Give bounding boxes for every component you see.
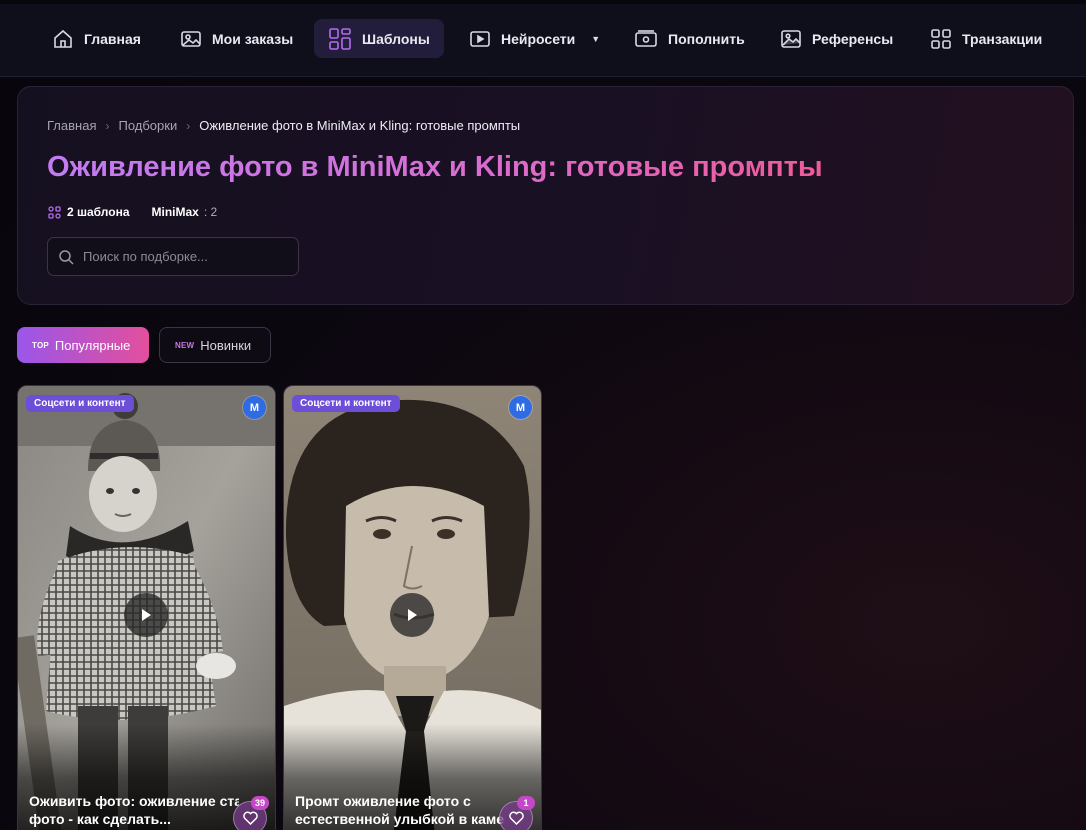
home-icon	[54, 29, 72, 48]
page-title: Оживление фото в MiniMax и Kling: готовы…	[47, 151, 823, 183]
breadcrumb-collections[interactable]: Подборки	[118, 118, 177, 133]
nav-item-label: Транзакции	[962, 30, 1043, 47]
search-input[interactable]	[83, 249, 283, 264]
model-badge: M	[243, 396, 266, 419]
model-badge: M	[509, 396, 532, 419]
category-badge: Соцсети и контент	[292, 395, 400, 412]
wallet-icon	[635, 29, 657, 47]
nav-item-label: Главная	[84, 30, 141, 47]
nav-item-label: Референсы	[812, 30, 894, 47]
likes-count: 1	[517, 796, 535, 810]
model-count: : 2	[203, 205, 218, 219]
template-card[interactable]: Соцсети и контент M Оживить фото: оживле…	[17, 385, 276, 830]
collection-header: Главная › Подборки › Оживление фото в Mi…	[17, 86, 1074, 305]
picture-icon	[781, 29, 801, 48]
template-card[interactable]: Соцсети и контент M Промт оживление фото…	[283, 385, 542, 830]
heart-icon	[508, 811, 524, 825]
breadcrumb-separator: ›	[186, 118, 191, 133]
collection-search	[47, 237, 299, 276]
play-button[interactable]	[390, 593, 434, 637]
nav-item-label: Мои заказы	[212, 30, 294, 47]
model-name: MiniMax	[151, 205, 199, 219]
nav-item-topup[interactable]: Пополнить	[620, 19, 759, 58]
top-tag: TOP	[32, 340, 49, 350]
nav-item-references[interactable]: Референсы	[766, 19, 907, 58]
breadcrumb: Главная › Подборки › Оживление фото в Mi…	[47, 118, 520, 133]
templates-count: 2 шаблона	[67, 205, 130, 219]
play-icon	[142, 609, 151, 621]
video-play-icon	[470, 30, 490, 47]
nav-item-home[interactable]: Главная	[38, 19, 155, 58]
chevron-down-icon: ▼	[591, 33, 601, 44]
play-icon	[408, 609, 417, 621]
card-title-line: фото - как сделать...	[29, 811, 171, 827]
card-title-line: естественной улыбкой в камер	[295, 811, 505, 827]
tab-popular[interactable]: TOP Популярные	[17, 327, 149, 363]
nav-item-label: Шаблоны	[362, 30, 430, 47]
grid-squares-icon	[931, 28, 951, 49]
breadcrumb-separator: ›	[105, 118, 110, 133]
card-title-line: Промт оживление фото с	[295, 793, 471, 809]
search-icon	[59, 249, 74, 265]
tab-new-label: Новинки	[200, 337, 252, 353]
templates-icon	[48, 205, 61, 219]
breadcrumb-current: Оживление фото в MiniMax и Kling: готовы…	[199, 118, 521, 133]
collection-meta: 2 шаблона MiniMax : 2	[48, 205, 217, 219]
image-icon	[181, 30, 201, 47]
new-tag: NEW	[175, 340, 195, 350]
tab-popular-label: Популярные	[54, 337, 131, 353]
top-navbar: Главная Мои заказы Шаблоны Нейросети ▼ П…	[0, 0, 1086, 77]
card-title: Оживить фото: оживление стар фото - как …	[29, 792, 239, 828]
nav-item-label: Нейросети	[501, 30, 576, 47]
nav-item-templates[interactable]: Шаблоны	[314, 19, 444, 58]
likes-count: 39	[251, 796, 270, 810]
nav-item-label: Пополнить	[668, 30, 745, 47]
breadcrumb-home[interactable]: Главная	[47, 118, 96, 133]
tab-new[interactable]: NEW Новинки	[159, 327, 271, 363]
play-button[interactable]	[124, 593, 168, 637]
nav-item-orders[interactable]: Мои заказы	[166, 19, 307, 58]
nav-item-neural-networks[interactable]: Нейросети ▼	[455, 19, 614, 58]
card-title: Промт оживление фото с естественной улыб…	[295, 792, 505, 828]
heart-icon	[242, 811, 258, 825]
grid-icon	[329, 27, 351, 50]
nav-item-transactions[interactable]: Транзакции	[916, 19, 1056, 58]
card-title-line: Оживить фото: оживление стар	[29, 793, 239, 809]
category-badge: Соцсети и контент	[26, 395, 134, 412]
